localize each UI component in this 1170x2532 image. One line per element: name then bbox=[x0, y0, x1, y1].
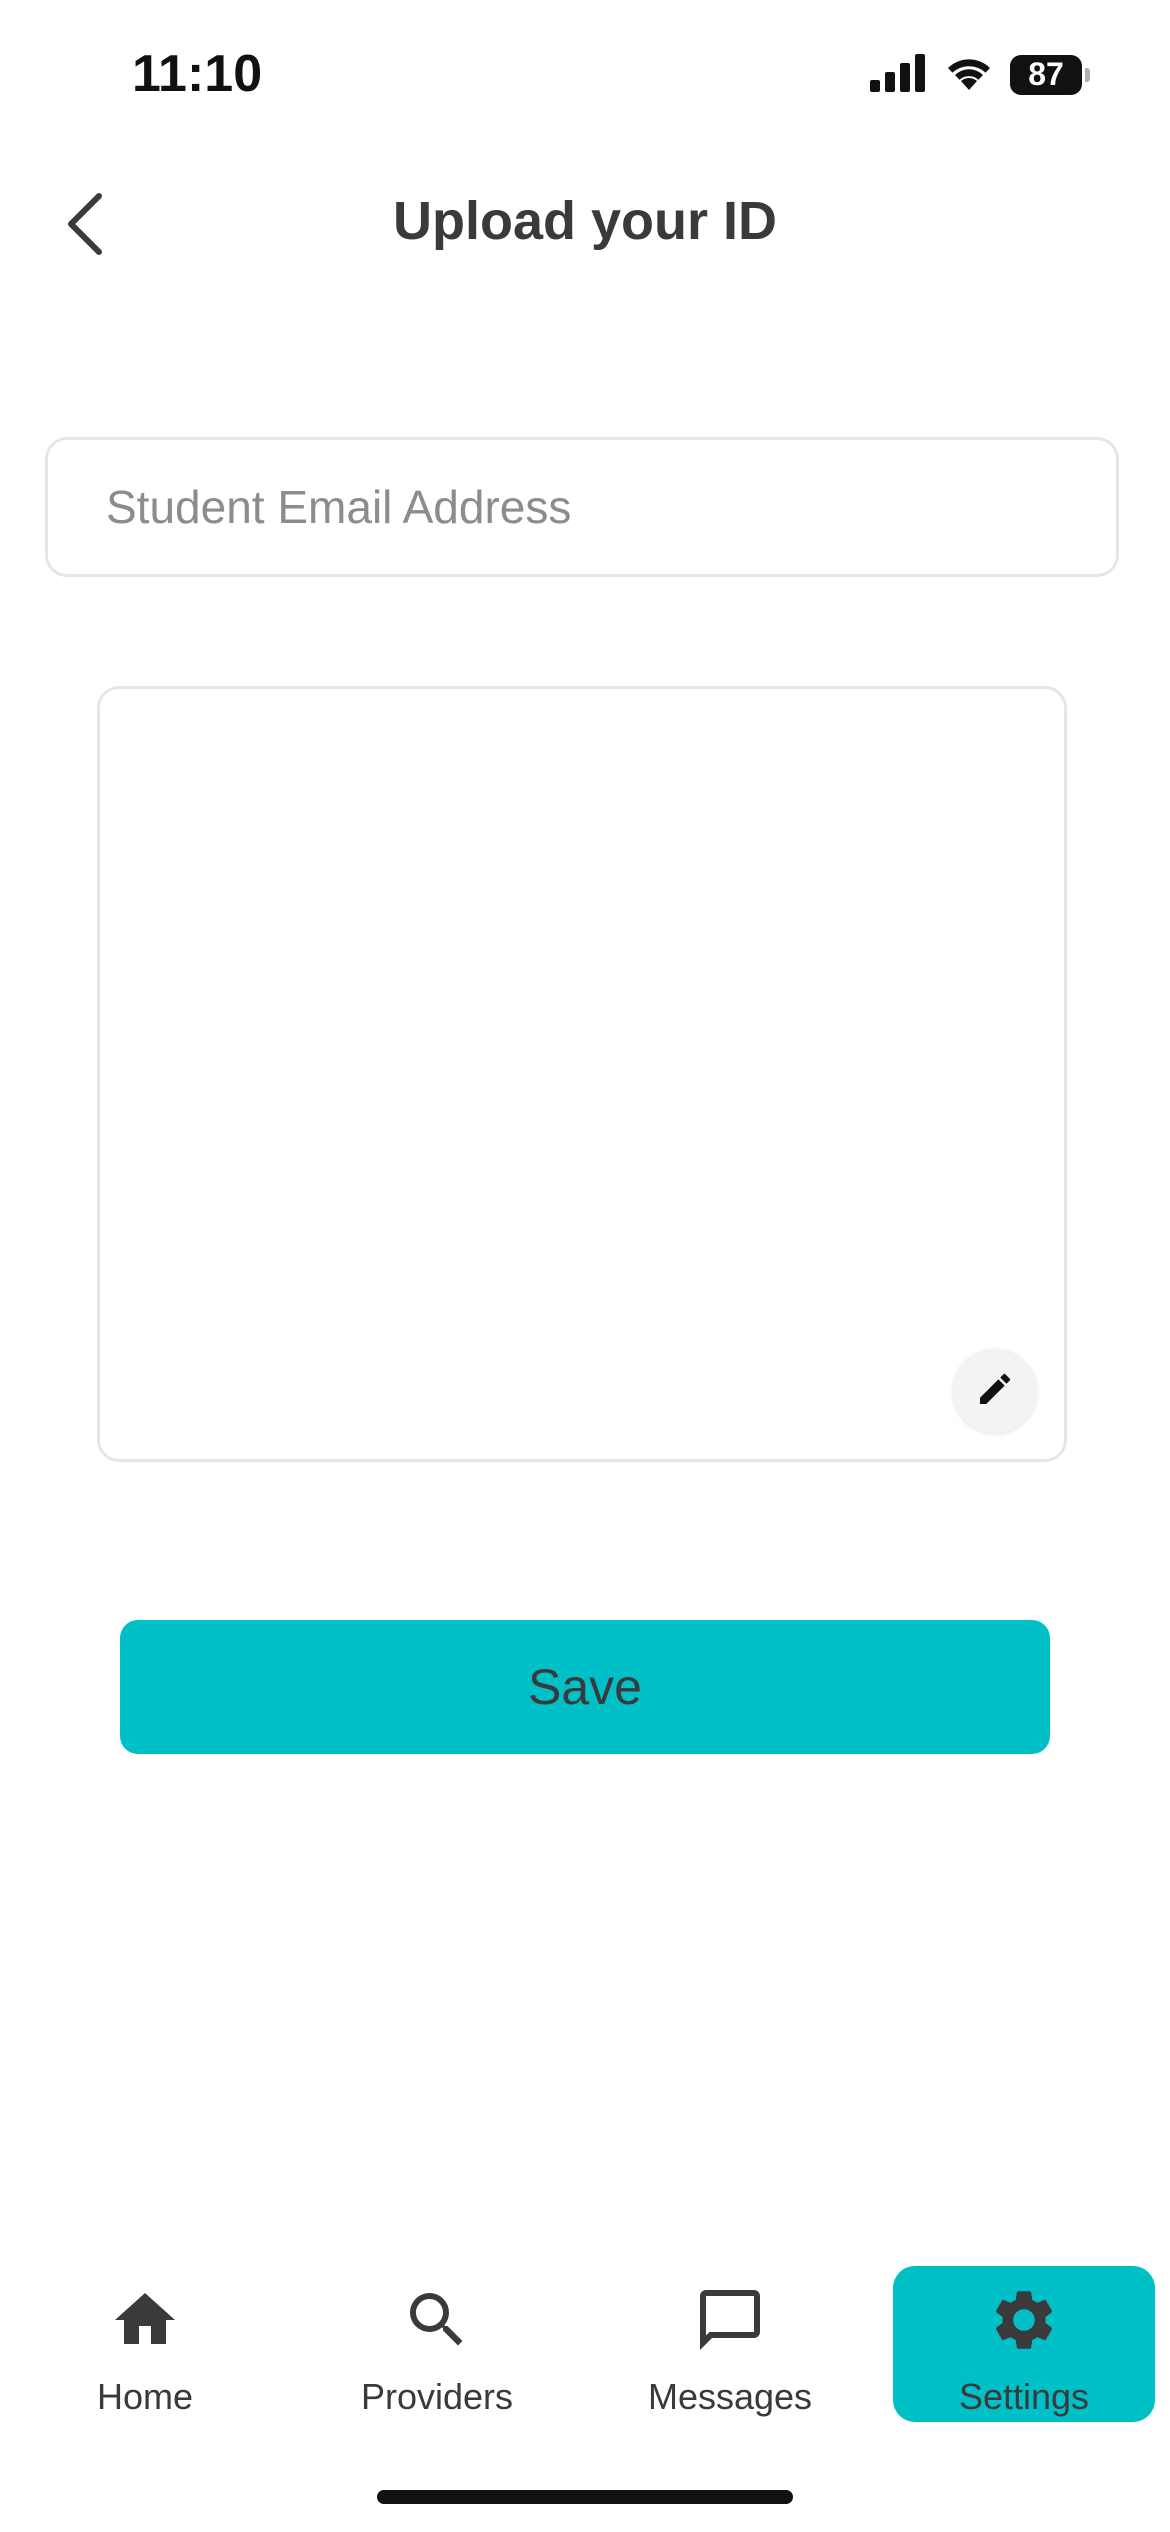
tab-home-label: Home bbox=[96, 2376, 194, 2417]
battery-level: 87 bbox=[1010, 54, 1082, 95]
status-time: 11:10 bbox=[132, 45, 263, 103]
chat-bubble-icon bbox=[692, 2282, 768, 2358]
tab-home[interactable]: Home bbox=[14, 2266, 276, 2422]
email-field-container bbox=[45, 437, 1119, 577]
page-title: Upload your ID bbox=[392, 191, 777, 251]
student-email-input[interactable] bbox=[48, 440, 1116, 574]
gear-icon bbox=[986, 2282, 1062, 2358]
header: Upload your ID bbox=[0, 160, 1170, 290]
battery-icon: 87 bbox=[1010, 54, 1090, 95]
tab-messages[interactable]: Messages bbox=[599, 2266, 861, 2422]
home-icon bbox=[107, 2282, 183, 2358]
home-indicator bbox=[377, 2490, 793, 2504]
pencil-icon bbox=[975, 1369, 1015, 1414]
tab-providers[interactable]: Providers bbox=[306, 2266, 568, 2422]
tab-settings[interactable]: Settings bbox=[893, 2266, 1155, 2422]
tab-providers-label: Providers bbox=[360, 2376, 514, 2417]
save-button[interactable]: Save bbox=[120, 1620, 1050, 1754]
wifi-icon bbox=[942, 52, 996, 97]
cellular-signal-icon bbox=[868, 52, 928, 97]
edit-image-button[interactable] bbox=[953, 1349, 1037, 1433]
bottom-tab-bar: Home Providers Messages Settings bbox=[0, 2260, 1170, 2430]
tab-settings-label: Settings bbox=[958, 2376, 1090, 2417]
search-icon bbox=[399, 2282, 475, 2358]
status-bar: 11:10 87 bbox=[0, 0, 1170, 150]
battery-cap bbox=[1085, 67, 1090, 82]
tab-messages-label: Messages bbox=[647, 2376, 813, 2417]
id-image-upload-area[interactable] bbox=[97, 686, 1067, 1462]
status-icons: 87 bbox=[868, 52, 1090, 97]
